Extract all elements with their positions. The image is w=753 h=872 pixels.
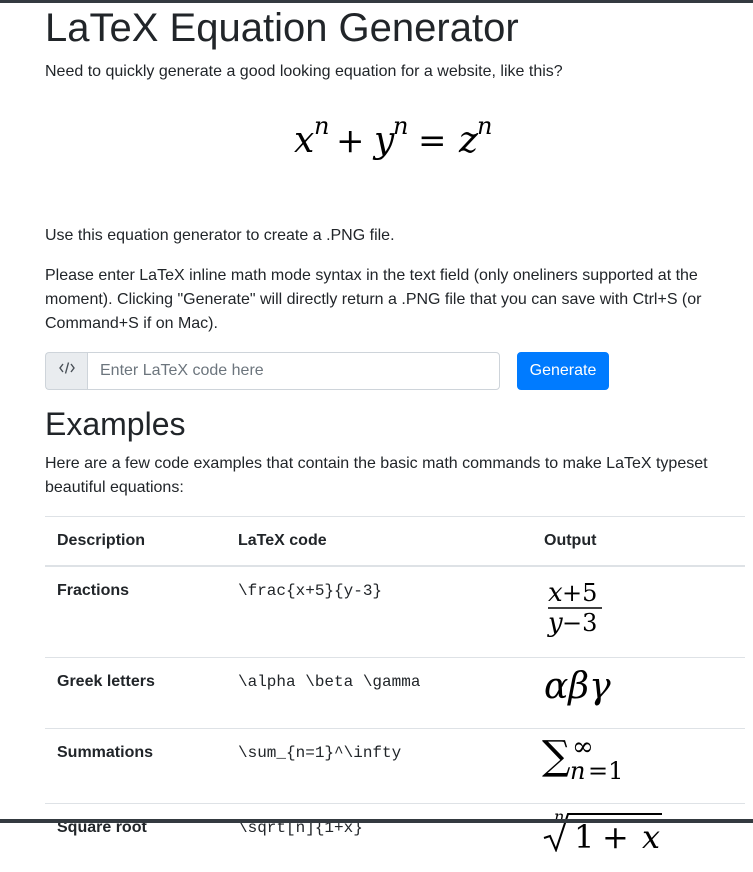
row-output: ∑ ∞ n =1 (532, 729, 745, 804)
svg-text:=: = (418, 121, 447, 161)
hero-equation-image: x n + y n = z n (294, 112, 504, 168)
row-output: n 1 + x (532, 804, 745, 872)
svg-text:1: 1 (574, 818, 594, 852)
table-row: Fractions \frac{x+5}{y-3} x +5 y −3 (45, 566, 745, 658)
row-latex-code: \sqrt[n]{1+x} (226, 804, 532, 872)
top-edge-bar (0, 0, 753, 3)
row-latex-code: \frac{x+5}{y-3} (226, 566, 532, 658)
square-root-output-image: n 1 + x (542, 808, 672, 852)
enter-instruction-text: Please enter LaTeX inline math mode synt… (45, 264, 745, 336)
summation-output-image: ∑ ∞ n =1 (542, 733, 632, 783)
column-header-latex-code: LaTeX code (226, 517, 532, 567)
row-description: Fractions (45, 566, 226, 658)
svg-text:−3: −3 (562, 609, 597, 637)
row-description: Greek letters (45, 658, 226, 729)
code-icon (59, 359, 75, 383)
intro-text: Need to quickly generate a good looking … (45, 60, 745, 84)
latex-input-group (45, 352, 502, 390)
svg-text:x: x (548, 578, 563, 608)
svg-text:z: z (458, 120, 479, 161)
svg-text:n: n (570, 757, 585, 783)
bottom-edge-bar (0, 819, 753, 823)
greek-letters-output-image: αβγ (542, 664, 632, 708)
table-header-row: Description LaTeX code Output (45, 517, 745, 567)
generate-button[interactable]: Generate (517, 352, 609, 390)
svg-text:αβγ: αβγ (544, 666, 611, 707)
table-row: Square root \sqrt[n]{1+x} n 1 + x (45, 804, 745, 872)
row-latex-code: \sum_{n=1}^\infty (226, 729, 532, 804)
use-instruction-text: Use this equation generator to create a … (45, 224, 395, 248)
svg-text:+: + (602, 818, 629, 852)
svg-text:y: y (547, 608, 563, 637)
svg-text:=1: =1 (588, 757, 623, 783)
row-description: Square root (45, 804, 226, 872)
row-latex-code: \alpha \beta \gamma (226, 658, 532, 729)
page-title: LaTeX Equation Generator (45, 4, 519, 52)
svg-text:+5: +5 (562, 579, 597, 607)
examples-description: Here are a few code examples that contai… (45, 452, 745, 500)
table-row: Summations \sum_{n=1}^\infty ∑ ∞ n =1 (45, 729, 745, 804)
fraction-output-image: x +5 y −3 (542, 577, 612, 637)
svg-text:y: y (372, 120, 395, 161)
svg-text:+: + (336, 121, 365, 161)
svg-text:x: x (294, 120, 314, 161)
column-header-output: Output (532, 517, 745, 567)
svg-text:x: x (642, 818, 660, 852)
svg-text:n: n (477, 112, 492, 140)
svg-text:n: n (393, 112, 408, 140)
svg-text:n: n (314, 112, 329, 140)
row-output: αβγ (532, 658, 745, 729)
column-header-description: Description (45, 517, 226, 567)
latex-code-input[interactable] (87, 352, 500, 390)
svg-text:n: n (554, 808, 564, 826)
row-output: x +5 y −3 (532, 566, 745, 658)
examples-heading: Examples (45, 404, 186, 444)
table-row: Greek letters \alpha \beta \gamma αβγ (45, 658, 745, 729)
input-prepend-addon (45, 352, 88, 390)
svg-text:∑: ∑ (542, 733, 571, 779)
row-description: Summations (45, 729, 226, 804)
